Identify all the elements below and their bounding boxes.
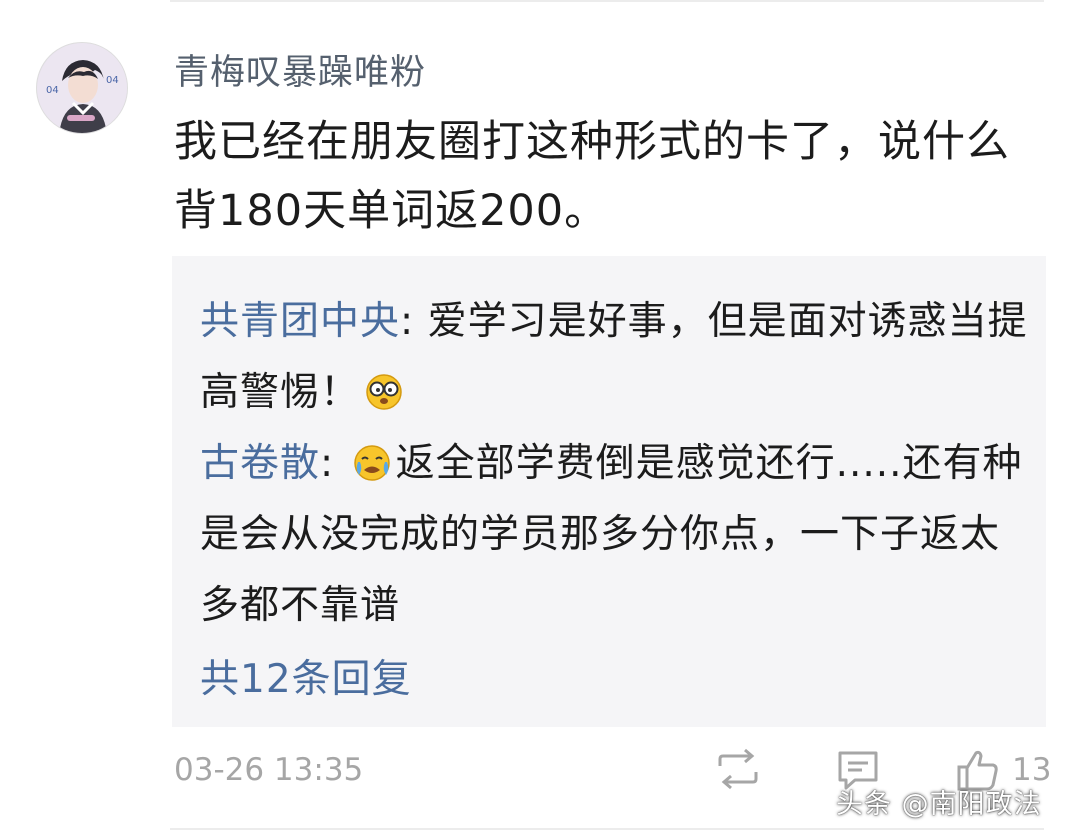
reply-preview-box[interactable]: 共青团中央: 爱学习是好事，但是面对诱惑当提高警惕！ 古卷散: 返全部学费倒是感… [172, 256, 1046, 727]
crying-face-emoji [353, 445, 390, 481]
reply-author[interactable]: 共青团中央 [200, 299, 400, 344]
avatar-image: 04 04 [37, 43, 127, 133]
bottom-divider [170, 828, 1044, 830]
reply-item: 共青团中央: 爱学习是好事，但是面对诱惑当提高警惕！ [200, 286, 1030, 428]
username[interactable]: 青梅叹暴躁唯粉 [174, 44, 426, 95]
timestamp: 03-26 13:35 [174, 752, 364, 788]
avatar[interactable]: 04 04 [36, 42, 128, 134]
svg-text:04: 04 [106, 75, 119, 86]
reply-separator: : [400, 299, 428, 344]
reply-separator: : [320, 441, 348, 486]
comment-body: 我已经在朋友圈打这种形式的卡了，说什么背180天单词返200。 [174, 117, 1010, 236]
view-all-replies-link[interactable]: 共12条回复 [200, 648, 412, 704]
comment-screen: 04 04 青梅叹暴躁唯粉 我已经在朋友圈打这种形式的卡了，说什么背180天单词… [0, 0, 1080, 833]
reply-item: 古卷散: 返全部学费倒是感觉还行.....还有种是会从没完成的学员那多分你点，一… [200, 428, 1030, 641]
top-divider [170, 0, 1044, 2]
watermark: 头条 @南阳政法 [836, 789, 1042, 820]
reply-author[interactable]: 古卷散 [200, 441, 320, 486]
svg-text:04: 04 [46, 85, 59, 96]
glasses-face-emoji [366, 374, 402, 410]
share-icon[interactable] [714, 748, 762, 796]
